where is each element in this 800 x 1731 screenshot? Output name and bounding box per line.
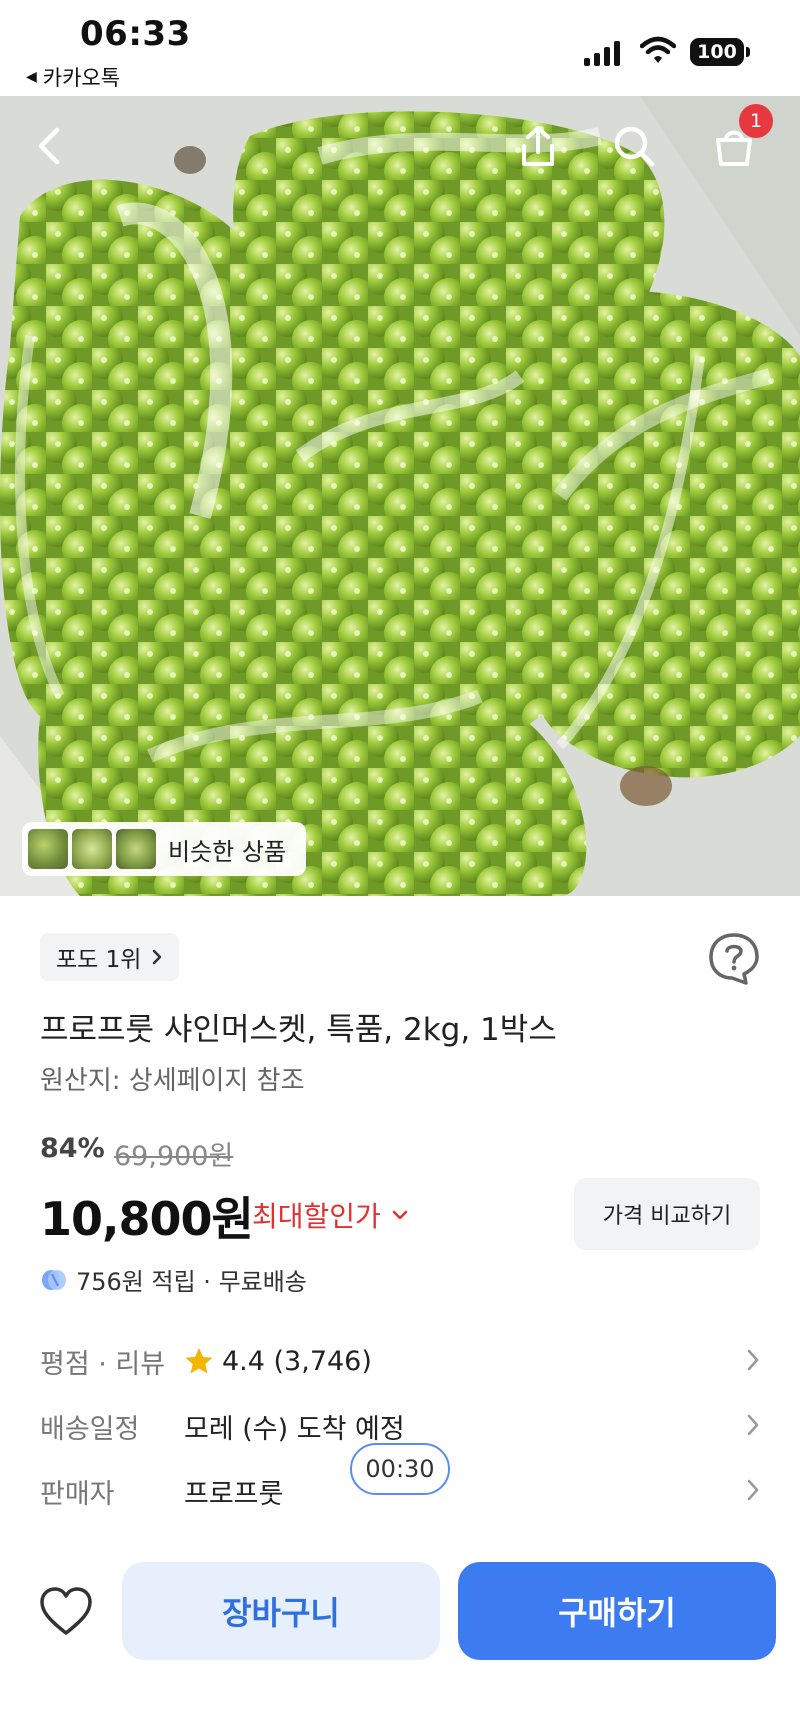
status-time: 06:33 — [80, 14, 191, 54]
original-price: 69,900원 — [114, 1141, 234, 1172]
rating-review-row[interactable]: 평점 · 리뷰 4.4 (3,746) — [40, 1336, 760, 1386]
buy-now-button[interactable]: 구매하기 — [458, 1562, 776, 1660]
battery-nub — [746, 47, 750, 57]
help-question-icon[interactable] — [706, 930, 762, 986]
max-discount-label: 최대할인가 — [252, 1200, 381, 1233]
wifi-icon — [640, 36, 676, 63]
back-triangle-icon: ◀ — [26, 69, 37, 85]
back-app-label: 카카오톡 — [42, 66, 121, 90]
max-discount-toggle[interactable]: 최대할인가 — [252, 1195, 409, 1235]
search-button[interactable] — [606, 118, 662, 174]
share-icon — [522, 126, 554, 166]
battery-indicator: 100 — [690, 38, 744, 66]
search-icon — [614, 126, 655, 167]
cellular-signal-icon — [584, 40, 620, 66]
chevron-left-icon — [38, 127, 60, 165]
status-bar: 06:33 ◀ 카카오톡 100 — [0, 0, 800, 96]
rating-value: 4.4 (3,746) — [222, 1345, 372, 1377]
similar-thumbnail — [28, 829, 68, 869]
seller-label: 판매자 — [40, 1478, 115, 1510]
grapes-photo — [0, 96, 800, 896]
rank-label: 포도 1위 — [56, 947, 142, 973]
similar-thumbnail — [72, 829, 112, 869]
countdown-timer[interactable]: 00:30 — [350, 1443, 450, 1495]
points-label: 756원 적립 · 무료배송 — [76, 1268, 307, 1296]
similar-thumbnail — [116, 829, 156, 869]
discount-rate: 84% — [40, 1133, 105, 1164]
product-origin: 원산지: 상세페이지 참조 — [40, 1066, 305, 1096]
share-button[interactable] — [510, 118, 566, 174]
product-title: 프로프룻 샤인머스켓, 특품, 2kg, 1박스 — [40, 1012, 557, 1048]
points-info: 756원 적립 · 무료배송 — [40, 1262, 307, 1297]
add-to-cart-button[interactable]: 장바구니 — [122, 1562, 440, 1660]
delivery-label: 배송일정 — [40, 1413, 140, 1445]
delivery-value: 모레 (수) 도착 예정 — [184, 1413, 405, 1445]
price-compare-button[interactable]: 가격 비교하기 — [574, 1178, 760, 1250]
chevron-right-icon — [153, 949, 162, 965]
sale-price: 10,800원 — [40, 1192, 254, 1246]
product-image[interactable]: 1 비슷한 상품 — [0, 96, 800, 896]
back-to-app-link[interactable]: ◀ 카카오톡 — [26, 62, 120, 92]
chevron-right-icon — [747, 1349, 759, 1371]
chevron-right-icon — [747, 1414, 759, 1436]
chevron-right-icon — [747, 1479, 759, 1501]
heart-icon[interactable] — [38, 1585, 94, 1637]
similar-products-label: 비슷한 상품 — [168, 837, 287, 866]
similar-products-button[interactable]: 비슷한 상품 — [22, 822, 306, 876]
cart-count-badge: 1 — [739, 104, 773, 138]
star-icon — [185, 1348, 213, 1374]
back-button[interactable] — [22, 118, 78, 174]
chevron-down-icon — [392, 1210, 408, 1220]
rating-label: 평점 · 리뷰 — [40, 1348, 166, 1380]
seller-value: 프로프룻 — [184, 1478, 284, 1510]
coin-points-icon — [42, 1269, 66, 1290]
category-rank-badge[interactable]: 포도 1위 — [40, 933, 180, 981]
